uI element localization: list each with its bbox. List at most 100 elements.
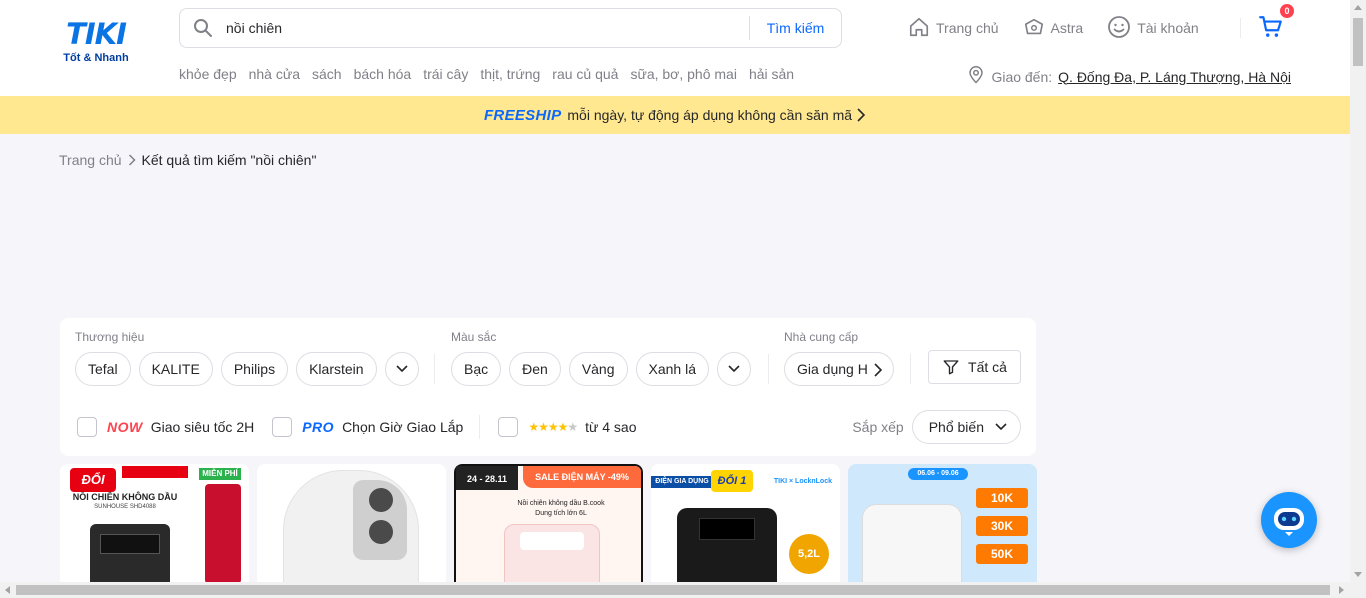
quick-links: khỏe đẹp nhà cửa sách bách hóa trái cây … [179, 66, 794, 82]
now-checkbox[interactable] [77, 417, 97, 437]
location-address[interactable]: Q. Đống Đa, P. Láng Thượng, Hà Nội [1058, 69, 1291, 85]
brand-filter: Thương hiệu Tefal KALITE Philips Klarste… [60, 330, 419, 386]
product-image: 06.06 - 09.06 10K 30K 50K [848, 464, 1037, 584]
nav-astra-label: Astra [1050, 20, 1084, 36]
horizontal-scroll-thumb[interactable] [16, 585, 1330, 595]
cart-button[interactable]: 0 [1258, 4, 1294, 44]
scroll-right-arrow[interactable] [1339, 586, 1344, 594]
sale-tag: SALE ĐIỆN MÁY -49% [523, 466, 641, 488]
vertical-scroll-thumb[interactable] [1353, 18, 1363, 66]
quick-link[interactable]: bách hóa [354, 66, 412, 82]
fryer-body [90, 524, 170, 584]
brand-strip [122, 466, 188, 478]
badge-doi: ĐỔI 1 [711, 470, 753, 492]
fryer-knob [369, 520, 393, 544]
quick-link[interactable]: sữa, bơ, phô mai [630, 66, 737, 82]
freeship-badge: FREESHIP [483, 106, 562, 124]
partner-tag: TIKI × LocknLock [773, 478, 832, 485]
delivery-location[interactable]: Giao đến: Q. Đống Đa, P. Láng Thượng, Hà… [967, 66, 1291, 87]
nav-home-label: Trang chủ [936, 20, 999, 36]
capacity-badge: 5,2L [789, 534, 829, 574]
vertical-scrollbar[interactable] [1350, 0, 1366, 598]
quick-link[interactable]: trái cây [423, 66, 468, 82]
freeship-text: mỗi ngày, tự động áp dụng không cần săn … [567, 107, 853, 123]
quick-link[interactable]: sách [312, 66, 342, 82]
all-filters-button[interactable]: Tất cả [928, 350, 1021, 384]
color-chip[interactable]: Vàng [568, 352, 628, 386]
product-card[interactable] [257, 464, 446, 584]
product-title: NỒI CHIÊN KHÔNG DẦU [72, 492, 178, 502]
brand-filter-label: Thương hiệu [75, 330, 145, 344]
product-grid: ĐỔI MIỄN PHÍ NỒI CHIÊN KHÔNG DẦU SUNHOUS… [60, 464, 1037, 584]
nav-account-label: Tài khoản [1137, 20, 1199, 36]
product-image: ĐỔI MIỄN PHÍ NỒI CHIÊN KHÔNG DẦU SUNHOUS… [60, 464, 249, 584]
search-bar: Tìm kiếm [179, 8, 842, 48]
header-nav: Trang chủ Astra Tài khoản [908, 15, 1223, 40]
scroll-up-arrow[interactable] [1354, 5, 1362, 10]
product-image [257, 464, 446, 584]
chevron-down-icon [994, 422, 1008, 432]
freeship-banner[interactable]: FREESHIP mỗi ngày, tự động áp dụng không… [0, 96, 1350, 134]
fryer-knob [369, 488, 393, 512]
quick-link[interactable]: rau củ quả [552, 66, 618, 82]
now-label: Giao siêu tốc 2H [150, 419, 255, 435]
voucher-tag: 30K [976, 516, 1028, 536]
filter-divider [479, 415, 481, 439]
location-pin-icon [967, 66, 985, 87]
brand-expand-button[interactable] [384, 352, 419, 386]
filter-divider [910, 354, 911, 384]
now-badge: NOW [107, 419, 143, 435]
fryer-panel [520, 532, 584, 550]
nav-astra[interactable]: Astra [1023, 16, 1084, 40]
color-chip[interactable]: Xanh lá [635, 352, 709, 386]
search-input[interactable] [226, 20, 749, 36]
chevron-right-icon [128, 154, 136, 166]
filter-funnel-icon [942, 358, 960, 376]
nav-account[interactable]: Tài khoản [1107, 15, 1199, 40]
quick-link[interactable]: hải sản [749, 66, 794, 82]
supplier-filter-label: Nhà cung cấp [784, 330, 859, 344]
fryer-body [862, 504, 962, 584]
search-button[interactable]: Tìm kiếm [750, 20, 841, 36]
product-subtitle: SUNHOUSE SHD4088 [94, 504, 156, 510]
chevron-right-icon [856, 108, 866, 122]
product-title: Nồi chiên không dầu B.cook [517, 500, 605, 507]
quick-link[interactable]: thịt, trứng [480, 66, 540, 82]
date-tag: 06.06 - 09.06 [908, 468, 968, 480]
scroll-left-arrow[interactable] [5, 586, 10, 594]
color-chip[interactable]: Đen [509, 352, 561, 386]
quick-link[interactable]: nhà cửa [249, 66, 300, 82]
scroll-down-arrow[interactable] [1354, 572, 1362, 577]
logo-tagline: Tốt & Nhanh [63, 52, 129, 64]
chat-assistant-button[interactable] [1261, 492, 1317, 548]
quick-link[interactable]: khỏe đẹp [179, 66, 237, 82]
rating-stars-icon: ★★★★★ [528, 420, 578, 434]
tiki-logo[interactable]: TIKI Tốt & Nhanh [60, 18, 132, 64]
nav-home[interactable]: Trang chủ [908, 16, 999, 40]
color-chip[interactable]: Bạc [451, 352, 502, 386]
pro-checkbox[interactable] [272, 417, 293, 437]
brand-chip[interactable]: Philips [220, 352, 289, 386]
robot-icon [1269, 502, 1309, 538]
supplier-chip[interactable]: Gia dụng H [784, 352, 894, 386]
cart-separator [1240, 18, 1241, 38]
rating-checkbox[interactable] [498, 417, 519, 437]
product-card[interactable]: ĐIỆN GIA DỤNG ĐỔI 1 TIKI × LocknLock 5,2… [651, 464, 840, 584]
color-filter: Màu sắc Bạc Đen Vàng Xanh lá [436, 330, 751, 386]
sort-select[interactable]: Phổ biến [911, 410, 1021, 444]
supplier-chip-label: Gia dụng H [797, 361, 868, 377]
fryer-screen [100, 534, 160, 554]
sort-control: Sắp xếp Phổ biến [852, 410, 1021, 444]
color-expand-button[interactable] [717, 352, 751, 386]
product-card[interactable]: ĐỔI MIỄN PHÍ NỒI CHIÊN KHÔNG DẦU SUNHOUS… [60, 464, 249, 584]
sort-label: Sắp xếp [852, 419, 904, 435]
horizontal-scrollbar[interactable] [0, 582, 1350, 598]
product-card[interactable]: 24 - 28.11 SALE ĐIỆN MÁY -49% Nồi chiên … [454, 464, 643, 584]
brand-chip[interactable]: KALITE [138, 352, 213, 386]
supplier-filter: Nhà cung cấp Gia dụng H [769, 330, 894, 386]
quick-filter-row: NOW Giao siêu tốc 2H PRO Chọn Giờ Giao L… [77, 415, 637, 439]
breadcrumb-home[interactable]: Trang chủ [59, 152, 122, 168]
brand-chip[interactable]: Klarstein [296, 352, 377, 386]
product-card[interactable]: 06.06 - 09.06 10K 30K 50K [848, 464, 1037, 584]
brand-chip[interactable]: Tefal [75, 352, 131, 386]
